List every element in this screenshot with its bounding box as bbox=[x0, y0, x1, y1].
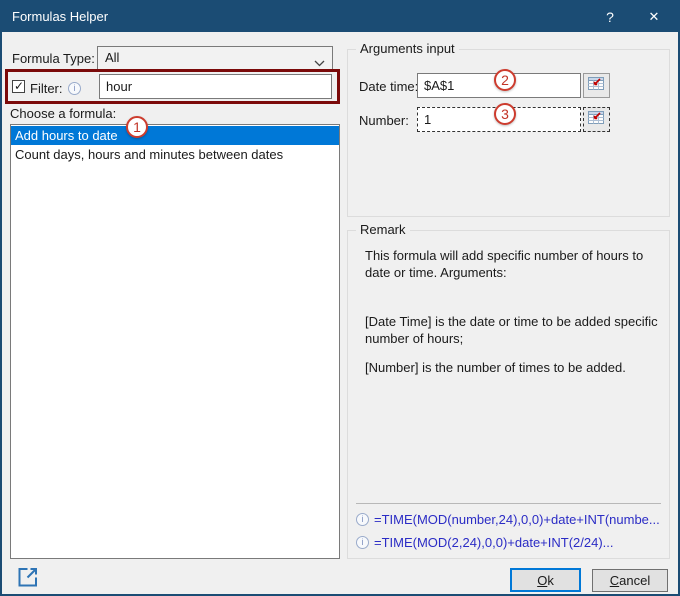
info-icon: i bbox=[68, 82, 81, 95]
title-bar: Formulas Helper ? ✕ bbox=[2, 2, 678, 32]
formulas-helper-dialog: Formulas Helper ? ✕ Formula Type: All ✓ … bbox=[0, 0, 680, 596]
ok-button[interactable]: Ok bbox=[510, 568, 581, 592]
close-icon: ✕ bbox=[649, 9, 660, 24]
help-button[interactable]: ? bbox=[594, 2, 626, 32]
formula-list-item-count-days[interactable]: Count days, hours and minutes between da… bbox=[11, 145, 339, 164]
formula-list-item-add-hours[interactable]: Add hours to date bbox=[11, 126, 339, 145]
window-title: Formulas Helper bbox=[12, 2, 108, 32]
cancel-button-label: C bbox=[610, 573, 619, 588]
range-picker-icon bbox=[588, 77, 605, 94]
filter-input[interactable] bbox=[99, 74, 332, 99]
help-icon: ? bbox=[606, 9, 614, 25]
info-glyph: i bbox=[362, 537, 364, 547]
arguments-input-group-label: Arguments input bbox=[356, 41, 459, 56]
open-in-new-window-button[interactable] bbox=[16, 565, 41, 590]
ok-button-label: O bbox=[537, 573, 547, 588]
formula-example-row: i =TIME(MOD(2,24),0,0)+date+INT(2/24)... bbox=[356, 535, 614, 550]
formula-example-row: i =TIME(MOD(number,24),0,0)+date+INT(num… bbox=[356, 512, 660, 527]
number-range-picker-button[interactable] bbox=[583, 107, 610, 132]
choose-formula-label: Choose a formula: bbox=[10, 106, 116, 121]
annotation-badge-3: 3 bbox=[494, 103, 516, 125]
info-glyph: i bbox=[362, 514, 364, 524]
remark-paragraph: [Number] is the number of times to be ad… bbox=[365, 359, 661, 376]
divider bbox=[356, 503, 661, 504]
remark-paragraph: [Date Time] is the date or time to be ad… bbox=[365, 313, 661, 347]
remark-paragraph: This formula will add specific number of… bbox=[365, 247, 661, 281]
formula-example-link[interactable]: =TIME(MOD(number,24),0,0)+date+INT(numbe… bbox=[374, 512, 660, 527]
formula-type-label: Formula Type: bbox=[12, 51, 95, 66]
cancel-button[interactable]: Cancel bbox=[592, 569, 668, 592]
open-in-new-icon bbox=[16, 577, 40, 592]
number-label: Number: bbox=[359, 113, 409, 128]
info-icon: i bbox=[356, 513, 369, 526]
formula-type-selected-value: All bbox=[105, 47, 119, 69]
remark-group: Remark This formula will add specific nu… bbox=[347, 230, 670, 559]
remark-group-label: Remark bbox=[356, 222, 410, 237]
range-picker-icon bbox=[588, 111, 605, 128]
close-button[interactable]: ✕ bbox=[638, 2, 670, 32]
date-time-label: Date time: bbox=[359, 79, 418, 94]
formula-list: Add hours to date Count days, hours and … bbox=[10, 124, 340, 559]
annotation-badge-2: 2 bbox=[494, 69, 516, 91]
checkmark-icon: ✓ bbox=[14, 79, 24, 93]
cancel-button-label-rest: ancel bbox=[619, 573, 650, 588]
formula-type-dropdown[interactable]: All bbox=[97, 46, 333, 70]
annotation-badge-1: 1 bbox=[126, 116, 148, 138]
formula-example-link[interactable]: =TIME(MOD(2,24),0,0)+date+INT(2/24)... bbox=[374, 535, 614, 550]
info-glyph: i bbox=[74, 83, 76, 93]
info-icon: i bbox=[356, 536, 369, 549]
date-time-range-picker-button[interactable] bbox=[583, 73, 610, 98]
chevron-down-icon bbox=[314, 55, 325, 70]
filter-label: Filter: bbox=[30, 81, 63, 96]
ok-button-label-rest: k bbox=[547, 573, 554, 588]
filter-checkbox[interactable]: ✓ bbox=[12, 80, 25, 93]
